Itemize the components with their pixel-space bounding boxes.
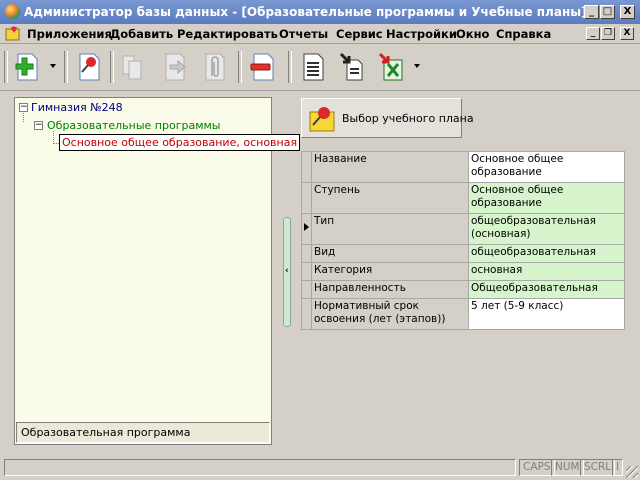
panel-splitter[interactable]: ‹ (283, 217, 291, 327)
row-indicator (301, 182, 312, 214)
import-button[interactable] (334, 48, 368, 86)
property-name: Тип (311, 213, 469, 245)
mdi-close-button[interactable]: X (620, 27, 634, 40)
app-menu-icon[interactable] (5, 26, 21, 41)
toolbar (0, 45, 640, 91)
menu-service[interactable]: Сервис (336, 27, 383, 41)
toolbar-separator (110, 51, 114, 83)
property-value[interactable]: общеобразовательная (основная) (468, 213, 625, 245)
caps-indicator: CAPS (519, 459, 555, 476)
menu-applications[interactable]: Приложения (27, 27, 112, 41)
delete-button[interactable] (246, 48, 280, 86)
tree-connector (23, 113, 25, 122)
excel-export-icon (378, 52, 403, 81)
excel-dropdown-arrow[interactable] (414, 64, 420, 68)
report-button[interactable] (296, 48, 330, 86)
mdi-restore-button[interactable]: ❐ (601, 27, 615, 40)
row-indicator (301, 298, 312, 330)
property-name: Нормативный срок освоения (лет (этапов)) (311, 298, 469, 330)
row-indicator (301, 213, 312, 245)
move-icon (165, 53, 186, 81)
select-curriculum-button[interactable]: Выбор учебного плана (301, 98, 474, 138)
toolbar-grip (4, 51, 8, 83)
move-button (158, 48, 192, 86)
mdi-minimize-button[interactable]: _ (586, 27, 600, 40)
menu-settings[interactable]: Настройки (386, 27, 457, 41)
row-indicator (301, 280, 312, 299)
scrl-indicator: SCRL (580, 459, 616, 476)
tree-footer-label: Образовательная программа (16, 422, 270, 443)
property-name: Ступень (311, 182, 469, 214)
edit-pin-icon (79, 53, 100, 81)
menu-help[interactable]: Справка (496, 27, 551, 41)
tree-panel: − Гимназия №248 − Образовательные програ… (14, 97, 301, 445)
close-button[interactable]: X (620, 5, 635, 19)
property-value[interactable]: Основное общее образование (468, 151, 625, 183)
minimize-button[interactable]: _ (584, 5, 599, 19)
report-icon (303, 53, 324, 81)
menu-bar: Приложения Добавить Редактировать Отчеты… (0, 24, 640, 44)
property-value[interactable]: основная (468, 262, 625, 281)
copy-icon (122, 55, 142, 80)
properties-grid: Название Основное общее образование Ступ… (301, 151, 625, 330)
property-row[interactable]: Тип общеобразовательная (основная) (301, 213, 625, 245)
tree-item-school[interactable]: Гимназия №248 (31, 101, 123, 114)
tree-programs-expander[interactable]: − (34, 121, 43, 130)
status-bar: CAPS NUM SCRL I (0, 456, 640, 480)
menu-add[interactable]: Добавить (110, 27, 173, 41)
toolbar-separator (64, 51, 68, 83)
title-bar: Администратор базы данных - [Образовател… (0, 0, 640, 24)
add-button[interactable] (10, 48, 44, 86)
copy-button (116, 48, 150, 86)
attach-icon (205, 53, 225, 81)
property-name: Направленность (311, 280, 469, 299)
delete-icon (250, 53, 274, 81)
app-icon (5, 4, 20, 19)
property-row[interactable]: Нормативный срок освоения (лет (этапов))… (301, 298, 625, 330)
maximize-button[interactable]: □ (600, 5, 615, 19)
property-row[interactable]: Ступень Основное общее образование (301, 182, 625, 214)
tree-root-expander[interactable]: − (19, 103, 28, 112)
select-curriculum-label: Выбор учебного плана (342, 112, 474, 125)
property-value[interactable]: 5 лет (5-9 класс) (468, 298, 625, 330)
property-name: Вид (311, 244, 469, 263)
add-dropdown-arrow[interactable] (50, 64, 56, 68)
property-value[interactable]: Общеобразовательная (468, 280, 625, 299)
property-name: Название (311, 151, 469, 183)
menu-window[interactable]: Окно (456, 27, 489, 41)
property-name: Категория (311, 262, 469, 281)
current-row-arrow-icon (304, 223, 309, 231)
property-row[interactable]: Вид общеобразовательная (301, 244, 625, 263)
tree-item-basic-education[interactable]: Основное общее образование, основная (59, 134, 301, 151)
row-indicator (301, 151, 312, 183)
row-indicator (301, 262, 312, 281)
window-title: Администратор базы данных - [Образовател… (24, 5, 587, 19)
status-message (4, 459, 516, 476)
property-row[interactable]: Направленность Общеобразовательная (301, 280, 625, 299)
excel-export-button[interactable] (374, 48, 408, 86)
property-row[interactable]: Категория основная (301, 262, 625, 281)
insert-indicator: I (612, 459, 624, 476)
pin-note-icon (309, 107, 335, 132)
num-indicator: NUM (551, 459, 584, 476)
tree-item-programs[interactable]: Образовательные программы (47, 119, 221, 132)
property-row[interactable]: Название Основное общее образование (301, 151, 625, 183)
property-value[interactable]: Основное общее образование (468, 182, 625, 214)
toolbar-separator (288, 51, 292, 83)
menu-edit[interactable]: Редактировать (177, 27, 278, 41)
resize-grip[interactable] (626, 466, 638, 478)
row-indicator (301, 244, 312, 263)
edit-button[interactable] (72, 48, 106, 86)
property-value[interactable]: общеобразовательная (468, 244, 625, 263)
menu-reports[interactable]: Отчеты (279, 27, 328, 41)
import-icon (339, 52, 363, 81)
add-icon (15, 53, 38, 81)
collapse-arrow-icon[interactable]: ‹ (285, 266, 289, 276)
toolbar-separator (238, 51, 242, 83)
attach-button (198, 48, 232, 86)
